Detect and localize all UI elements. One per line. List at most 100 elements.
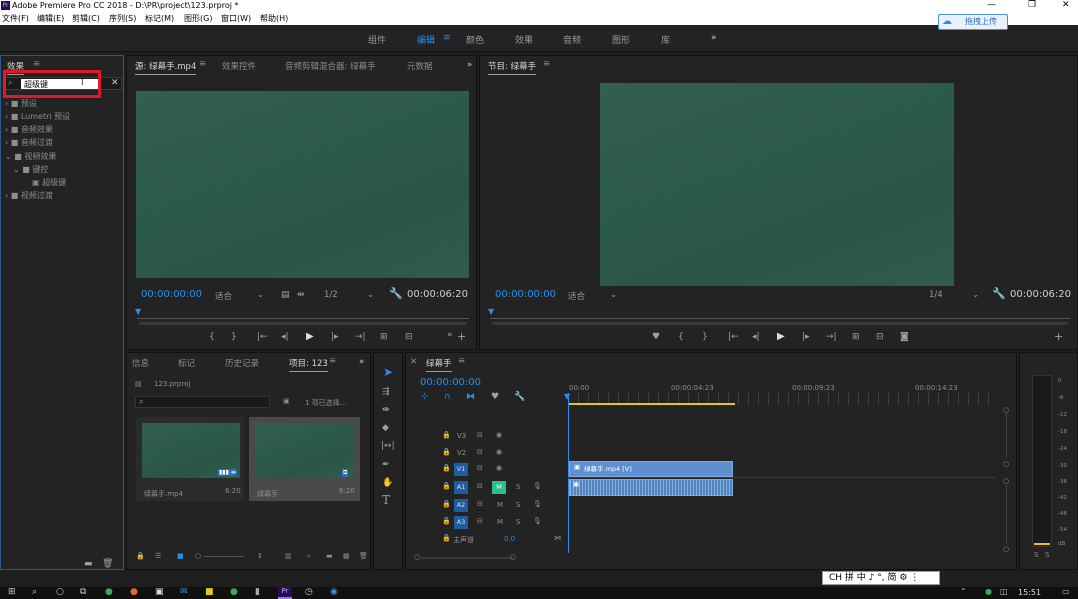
vertical-scrollbar[interactable] — [1006, 485, 1007, 543]
panel-menu-icon[interactable]: ≡ — [543, 59, 550, 69]
solo-button[interactable]: S — [516, 501, 520, 509]
close-button[interactable]: ✕ — [1062, 0, 1070, 11]
tree-item-keying[interactable]: ⌄ ■ 键控 — [13, 164, 48, 175]
tree-item-audio-effects[interactable]: › ■ 音频效果 — [5, 124, 53, 135]
horizontal-scrollbar[interactable] — [421, 557, 513, 559]
tab-effect-controls[interactable]: 效果控件 — [222, 60, 256, 72]
tab-project[interactable]: 项目: 123 — [289, 357, 328, 372]
export-frame-icon[interactable]: ⇹ — [297, 290, 305, 300]
automate-icon[interactable]: ▥ — [285, 552, 292, 560]
type-tool-icon[interactable]: T — [382, 494, 390, 506]
tab-sequence[interactable]: 绿幕手 — [426, 357, 452, 372]
mute-button[interactable]: M — [497, 518, 503, 526]
source-zoom-bar[interactable] — [139, 322, 467, 325]
network-icon[interactable]: ◫ — [1000, 587, 1008, 596]
tree-item-video-transitions[interactable]: › ■ 视频过渡 — [5, 190, 53, 201]
mark-out-icon[interactable]: } — [231, 332, 237, 342]
play-icon[interactable]: ▶ — [306, 332, 314, 342]
tab-audio-clip-mixer[interactable]: 音频剪辑混合器: 绿幕手 — [285, 60, 376, 72]
source-timecode[interactable]: 00:00:00:00 — [141, 289, 202, 300]
pen-tool-icon[interactable]: ✒ — [382, 460, 390, 470]
new-bin-from-search-icon[interactable]: ▣ — [283, 397, 290, 405]
ime-toolbar[interactable]: CH 拼 中 ♪ °, 简 ⚙ ⋮ — [822, 571, 940, 585]
program-fit-select[interactable]: 适合 — [568, 290, 585, 302]
sync-lock-icon[interactable]: ⊟ — [477, 482, 483, 490]
lock-icon[interactable]: 🔒 — [442, 534, 451, 542]
wechat-icon[interactable]: ● — [230, 587, 238, 597]
upload-button[interactable]: ☁ 拖拽上传 — [938, 14, 1008, 30]
step-back-icon[interactable]: ◂| — [752, 332, 760, 342]
eye-icon[interactable]: ◉ — [496, 431, 502, 439]
add-button-icon[interactable]: + — [1054, 331, 1063, 342]
workspace-overflow-icon[interactable]: » — [711, 33, 717, 43]
go-to-out-icon[interactable]: →| — [826, 332, 837, 342]
sync-lock-icon[interactable]: ⊟ — [477, 464, 483, 472]
program-timecode[interactable]: 00:00:00:00 — [495, 289, 556, 300]
master-volume-value[interactable]: 0.0 — [504, 535, 515, 543]
hand-tool-icon[interactable]: ✋ — [382, 478, 393, 488]
extract-icon[interactable]: ⊟ — [876, 332, 884, 342]
timeline-settings-icon[interactable]: 🔧 — [514, 392, 525, 402]
sync-lock-icon[interactable]: ⊟ — [477, 431, 483, 439]
new-bin-icon[interactable]: ▬ — [326, 552, 333, 560]
lock-icon[interactable]: 🔒 — [136, 552, 145, 560]
snap-icon[interactable]: ∩ — [444, 392, 451, 402]
project-item[interactable]: ⧉ 绿幕手 6:20 — [249, 417, 360, 501]
tabs-overflow-icon[interactable]: » — [467, 60, 472, 70]
menu-edit[interactable]: 编辑(E) — [37, 13, 64, 24]
vertical-scrollbar[interactable] — [1006, 413, 1007, 457]
close-tab-icon[interactable]: ✕ — [410, 357, 417, 367]
razor-tool-icon[interactable]: ◆ — [382, 423, 389, 433]
playhead-marker-icon[interactable]: ▼ — [488, 307, 494, 316]
sync-lock-icon[interactable]: ⊟ — [477, 448, 483, 456]
browser-icon[interactable]: ● — [105, 587, 113, 597]
workspace-menu-icon[interactable]: ≡ — [443, 33, 451, 43]
sync-lock-icon[interactable]: ⊟ — [477, 517, 483, 525]
clock-app-icon[interactable]: ◷ — [305, 587, 313, 597]
delete-icon[interactable]: 🗑 — [359, 552, 368, 560]
program-resolution-select[interactable]: 1/4 — [929, 290, 943, 300]
notification-icon[interactable]: ▭ — [1062, 587, 1070, 596]
tree-item-lumetri-presets[interactable]: › ■ Lumetri 预设 — [5, 111, 70, 122]
menu-marker[interactable]: 标记(M) — [145, 13, 174, 24]
store-icon[interactable]: ▣ — [155, 587, 164, 597]
app-icon[interactable]: ◉ — [330, 587, 338, 597]
linked-selection-icon[interactable]: ⧓ — [466, 392, 475, 402]
microphone-icon[interactable]: 🎙 — [533, 500, 542, 508]
wrench-icon[interactable]: 🔧 — [992, 288, 1006, 299]
menu-help[interactable]: 帮助(H) — [260, 13, 288, 24]
tray-up-icon[interactable]: ⌃ — [960, 587, 967, 596]
icon-view-icon[interactable]: ■ — [177, 552, 184, 560]
playhead-marker-icon[interactable]: ▼ — [135, 307, 141, 316]
source-resolution-select[interactable]: 1/2 — [324, 290, 338, 300]
mail-icon[interactable]: ✉ — [180, 587, 188, 597]
thumbnail-zoom-slider[interactable] — [204, 556, 244, 557]
scroll-handle-icon[interactable]: ○ — [1003, 545, 1009, 553]
sync-lock-icon[interactable]: ⊟ — [477, 500, 483, 508]
scroll-handle-icon[interactable]: ○ — [414, 553, 420, 561]
lift-icon[interactable]: ⊞ — [852, 332, 860, 342]
project-item[interactable]: ▮▮▮ ⇹ 绿幕手.mp4 6:20 — [136, 417, 244, 501]
lock-icon[interactable]: 🔒 — [442, 464, 451, 472]
zoom-circle-icon[interactable]: ○ — [195, 552, 201, 560]
menu-file[interactable]: 文件(F) — [2, 13, 29, 24]
task-view-icon[interactable]: ⧉ — [80, 587, 86, 597]
menu-sequence[interactable]: 序列(S) — [109, 13, 136, 24]
panel-menu-icon[interactable]: ≡ — [329, 356, 336, 366]
microphone-icon[interactable]: 🎙 — [533, 482, 542, 490]
go-to-in-icon[interactable]: |← — [257, 332, 268, 342]
cortana-icon[interactable]: ○ — [56, 587, 64, 597]
program-zoom-bar[interactable] — [492, 322, 1068, 325]
clear-search-icon[interactable]: ✕ — [111, 78, 119, 88]
eye-icon[interactable]: ◉ — [496, 448, 502, 456]
tree-item-presets[interactable]: › ■ 预设 — [5, 98, 37, 109]
system-clock[interactable]: 15:51 — [1018, 588, 1041, 597]
audio-clip[interactable]: ▣ — [569, 479, 733, 496]
source-time-ruler[interactable] — [137, 309, 469, 319]
lock-icon[interactable]: 🔒 — [442, 448, 451, 456]
nest-icon[interactable]: ⊹ — [421, 392, 429, 402]
go-to-out-icon[interactable]: →| — [355, 332, 366, 342]
panel-menu-icon[interactable]: ≡ — [199, 59, 206, 69]
camera-icon[interactable]: ◙ — [900, 332, 909, 342]
video-clip[interactable]: ▣ 绿幕手.mp4 [V] — [569, 461, 733, 477]
